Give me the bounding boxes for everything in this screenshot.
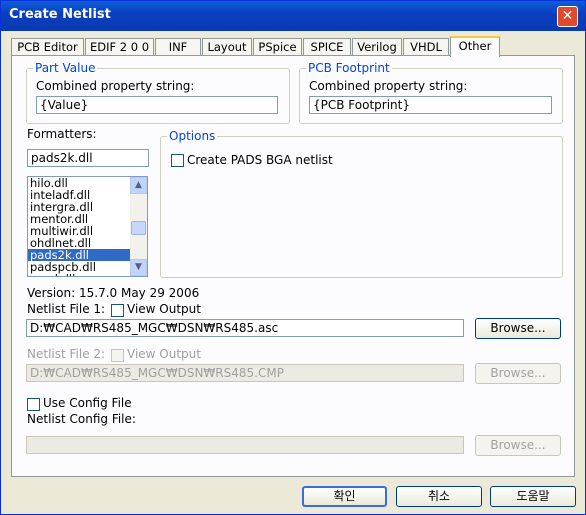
cancel-button[interactable]: 취소	[396, 486, 482, 507]
netlist-file1-input[interactable]: D:₩CAD₩RS485_MGC₩DSN₩RS485.asc	[26, 319, 464, 337]
formatters-list[interactable]: hilo.dll inteladf.dll intergra.dll mentor.d…	[27, 176, 148, 277]
version-text: Version: 15.7.0 May 29 2006	[27, 286, 200, 300]
dialog-title: Create Netlist	[9, 7, 111, 22]
tab-verilog[interactable]: Verilog	[352, 38, 402, 56]
netlist-config-file-input[interactable]	[26, 436, 464, 454]
ok-button[interactable]: 확인	[302, 486, 387, 507]
part-value-legend: Part Value	[33, 61, 98, 75]
close-button[interactable]: ✕	[557, 6, 578, 27]
use-config-label: Use Config File	[43, 396, 132, 410]
use-config-checkbox[interactable]	[27, 398, 40, 411]
view-output2-checkbox[interactable]	[111, 349, 124, 362]
tab-pspice[interactable]: PSpice	[253, 38, 302, 56]
tab-edif[interactable]: EDIF 2 0 0	[85, 38, 154, 56]
part-value-group: Part Value Combined property string: {Va…	[26, 61, 290, 124]
netlist-config-file-label: Netlist Config File:	[27, 412, 136, 426]
browse-config-button[interactable]: Browse...	[475, 435, 561, 456]
part-value-label: Combined property string:	[36, 79, 195, 93]
netlist-file2-label: Netlist File 2:	[27, 347, 106, 361]
create-netlist-dialog: Create Netlist ✕ PCB Editor EDIF 2 0 0 I…	[0, 0, 586, 515]
view-output2-label: View Output	[127, 347, 201, 361]
options-group: Options Create PADS BGA netlist	[160, 129, 563, 278]
pcb-footprint-input[interactable]: {PCB Footprint}	[309, 96, 552, 114]
tab-vhdl[interactable]: VHDL	[403, 38, 449, 56]
tab-layout[interactable]: Layout	[202, 38, 252, 56]
part-value-input[interactable]: {Value}	[36, 96, 278, 114]
create-pads-bga-checkbox[interactable]	[171, 154, 184, 167]
options-legend: Options	[167, 129, 218, 143]
tab-spice[interactable]: SPICE	[303, 38, 351, 56]
tab-other[interactable]: Other	[450, 36, 500, 57]
tab-panel-other: Part Value Combined property string: {Va…	[11, 55, 575, 477]
browse2-button[interactable]: Browse...	[475, 363, 561, 384]
help-button[interactable]: 도움말	[490, 486, 576, 507]
view-output1-checkbox[interactable]	[111, 304, 124, 317]
formatters-label: Formatters:	[27, 127, 97, 141]
formatters-scrollbar[interactable]: ▲ ▼	[130, 177, 147, 276]
tab-pcb-editor[interactable]: PCB Editor	[11, 38, 84, 56]
formatter-selected-input[interactable]: pads2k.dll	[27, 149, 149, 167]
browse1-button[interactable]: Browse...	[475, 318, 561, 339]
title-bar: Create Netlist ✕	[1, 1, 585, 31]
create-pads-bga-label: Create PADS BGA netlist	[187, 153, 333, 167]
tab-inf[interactable]: INF	[155, 38, 201, 56]
scroll-up-icon[interactable]: ▲	[130, 177, 147, 194]
scroll-thumb[interactable]	[131, 221, 146, 235]
netlist-file1-label: Netlist File 1:	[27, 302, 106, 316]
pcb-footprint-group: PCB Footprint Combined property string: …	[299, 61, 563, 124]
scroll-down-icon[interactable]: ▼	[130, 259, 147, 276]
view-output1-label: View Output	[127, 302, 201, 316]
pcb-footprint-legend: PCB Footprint	[306, 61, 392, 75]
netlist-file2-input[interactable]: D:₩CAD₩RS485_MGC₩DSN₩RS485.CMP	[26, 364, 464, 382]
pcb-footprint-label: Combined property string:	[309, 79, 468, 93]
